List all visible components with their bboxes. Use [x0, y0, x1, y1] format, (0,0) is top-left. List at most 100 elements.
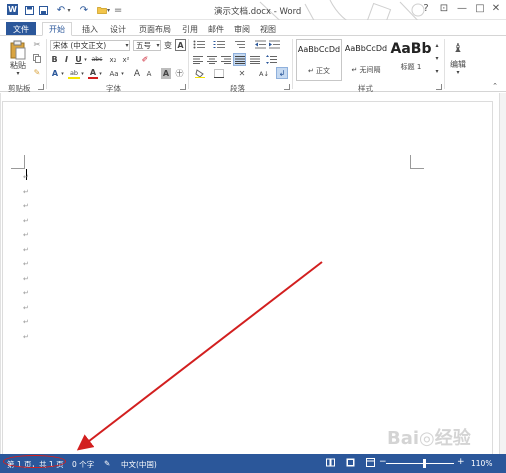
font-color-button[interactable]: A: [88, 68, 98, 79]
cut-icon[interactable]: ✂: [32, 39, 42, 49]
font-size-dropdown-icon[interactable]: ▾: [155, 40, 161, 51]
borders-icon[interactable]: [213, 68, 225, 79]
text-effects-dropdown-icon[interactable]: ▾: [60, 68, 65, 79]
styles-more-icon[interactable]: ▾: [433, 66, 441, 76]
underline-dropdown-icon[interactable]: ▾: [83, 54, 88, 65]
font-launcher-icon[interactable]: [180, 84, 186, 90]
justify-icon[interactable]: [233, 53, 246, 66]
clear-formatting-icon[interactable]: ✐: [140, 54, 150, 65]
word-count-status[interactable]: 0 个字: [72, 459, 94, 470]
tab-file[interactable]: 文件: [6, 22, 36, 36]
find-icon[interactable]: ♝: [450, 41, 466, 55]
subscript-button[interactable]: x₂: [108, 54, 118, 65]
zoom-slider-thumb[interactable]: [423, 459, 426, 468]
tab-review[interactable]: 审阅: [232, 22, 252, 36]
show-marks-button[interactable]: ↲: [276, 67, 288, 79]
multilevel-list-icon[interactable]: [232, 39, 246, 50]
zoom-out-button[interactable]: −: [379, 457, 387, 467]
minimize-button[interactable]: —: [455, 3, 469, 14]
page[interactable]: [2, 101, 493, 454]
editing-dropdown-icon[interactable]: ▾: [454, 68, 462, 76]
sort-icon[interactable]: A↓: [258, 68, 270, 79]
save-icon[interactable]: [24, 3, 34, 17]
change-case-dropdown-icon[interactable]: ▾: [120, 68, 125, 79]
chinese-layout-icon[interactable]: ✕: [236, 68, 248, 79]
help-button[interactable]: ?: [419, 3, 433, 14]
highlight-dropdown-icon[interactable]: ▾: [80, 68, 85, 79]
word-logo-icon[interactable]: W: [7, 4, 18, 15]
group-divider: [46, 39, 47, 89]
font-name-dropdown-icon[interactable]: ▾: [124, 40, 130, 51]
align-center-icon[interactable]: [206, 54, 217, 65]
tab-home[interactable]: 开始: [42, 22, 72, 36]
shading-icon[interactable]: [194, 68, 206, 79]
styles-scroll-down-icon[interactable]: ▾: [433, 53, 441, 63]
tab-references[interactable]: 引用: [180, 22, 200, 36]
grow-font-button[interactable]: A: [132, 68, 142, 79]
undo-dropdown-icon[interactable]: ▾: [66, 3, 72, 17]
bold-button[interactable]: B: [50, 54, 59, 65]
open-dropdown-icon[interactable]: ▾: [106, 3, 111, 17]
character-shading-button[interactable]: A: [161, 68, 171, 79]
superscript-button[interactable]: x²: [121, 54, 131, 65]
read-mode-icon[interactable]: [326, 458, 335, 469]
collapse-ribbon-icon[interactable]: ⌃: [490, 82, 500, 90]
clipboard-launcher-icon[interactable]: [38, 84, 44, 90]
redo-icon[interactable]: ↷: [78, 3, 90, 17]
font-color-dropdown-icon[interactable]: ▾: [98, 68, 103, 79]
document-title: 演示文档.docx - Word: [214, 7, 302, 17]
page-count-status[interactable]: 第 1 页，共 1 页: [7, 459, 64, 470]
decrease-indent-icon[interactable]: [254, 39, 266, 50]
format-painter-icon[interactable]: ✎: [32, 67, 42, 77]
style-no-spacing[interactable]: AaBbCcDd ↵ 无间隔: [343, 39, 389, 81]
change-case-button[interactable]: Aa: [108, 68, 120, 79]
tab-view[interactable]: 视图: [258, 22, 278, 36]
paragraph-launcher-icon[interactable]: [284, 84, 290, 90]
copy-icon[interactable]: [32, 53, 42, 63]
phonetic-guide-icon[interactable]: 变: [163, 39, 173, 51]
close-button[interactable]: ✕: [489, 3, 503, 14]
styles-launcher-icon[interactable]: [436, 84, 442, 90]
character-border-icon[interactable]: A: [175, 39, 186, 51]
paste-icon[interactable]: [8, 40, 28, 60]
vertical-scrollbar[interactable]: [499, 93, 506, 454]
customize-toolbar-icon[interactable]: =: [114, 3, 122, 17]
numbering-icon[interactable]: [212, 39, 226, 50]
paragraph-mark: ↵: [23, 260, 29, 268]
group-divider: [444, 39, 445, 89]
ribbon-display-button[interactable]: ⊡: [437, 3, 451, 14]
distributed-icon[interactable]: [249, 54, 260, 65]
proofing-icon[interactable]: ✎: [104, 459, 110, 468]
language-status[interactable]: 中文(中国): [121, 459, 157, 470]
styles-scroll-up-icon[interactable]: ▴: [433, 40, 441, 50]
zoom-level[interactable]: 110%: [471, 459, 492, 468]
align-right-icon[interactable]: [220, 54, 231, 65]
ribbon-tabs: 文件 开始 插入 设计 页面布局 引用 邮件 审阅 视图: [0, 20, 506, 56]
bullets-icon[interactable]: [192, 39, 206, 50]
paragraph-mark: ↵: [23, 231, 29, 239]
zoom-in-button[interactable]: +: [457, 457, 465, 467]
enclose-characters-button[interactable]: ㊉: [174, 68, 185, 79]
tab-insert[interactable]: 插入: [78, 22, 102, 36]
shrink-font-button[interactable]: A: [144, 68, 154, 79]
save-as-icon[interactable]: [38, 3, 48, 17]
paste-dropdown-icon[interactable]: ▾: [14, 69, 22, 77]
tab-design[interactable]: 设计: [106, 22, 130, 36]
style-heading-1[interactable]: AaBb 标题 1: [390, 39, 432, 81]
highlight-button[interactable]: ab: [68, 68, 80, 79]
style-normal[interactable]: AaBbCcDd ↵ 正文: [296, 39, 342, 81]
font-name-select[interactable]: 宋体 (中文正文): [50, 40, 130, 51]
maximize-button[interactable]: □: [473, 3, 487, 14]
zoom-slider[interactable]: [386, 463, 454, 464]
italic-button[interactable]: I: [62, 54, 71, 65]
print-layout-icon[interactable]: [346, 458, 355, 469]
text-effects-button[interactable]: A: [50, 68, 60, 79]
web-layout-icon[interactable]: [366, 458, 375, 469]
tab-page-layout[interactable]: 页面布局: [135, 22, 175, 36]
strikethrough-button[interactable]: abc: [90, 54, 104, 65]
line-spacing-icon[interactable]: [265, 54, 277, 65]
align-left-icon[interactable]: [192, 54, 203, 65]
tab-mailings[interactable]: 邮件: [206, 22, 226, 36]
underline-button[interactable]: U: [74, 54, 83, 65]
increase-indent-icon[interactable]: [268, 39, 280, 50]
